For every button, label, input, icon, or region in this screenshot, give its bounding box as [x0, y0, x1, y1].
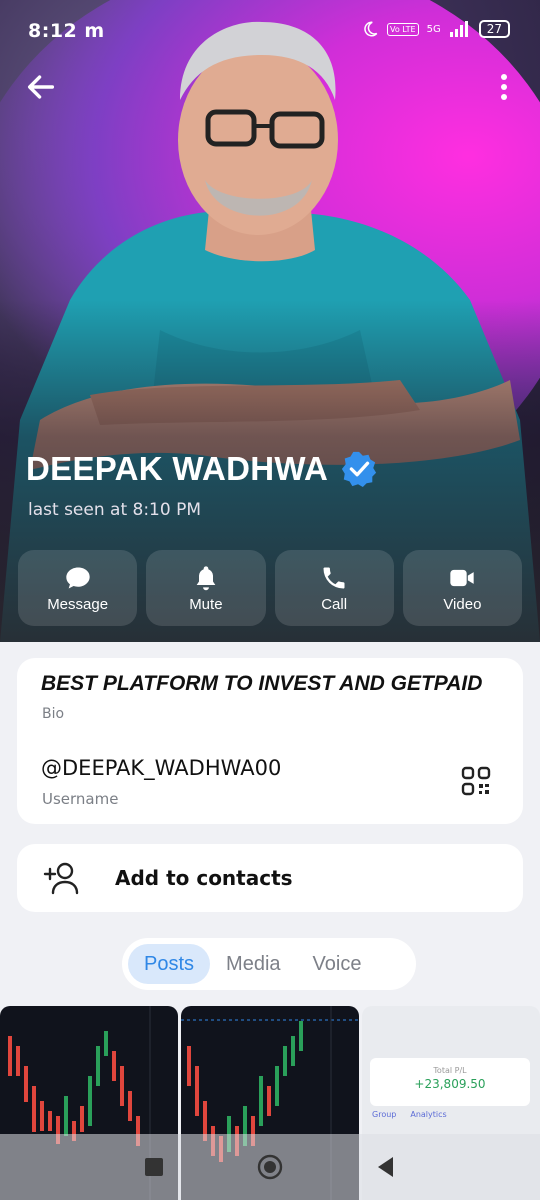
profile-info-card: BEST PLATFORM TO INVEST AND GETPAID Bio …	[17, 658, 523, 824]
tab-media[interactable]: Media	[210, 944, 296, 984]
phone-icon	[323, 567, 345, 588]
username-label: Username	[42, 790, 119, 808]
last-seen-status: last seen at 8:10 PM	[28, 500, 202, 520]
status-indicators: Vo LTE 5G 27	[361, 20, 510, 38]
profile-name: DEEPAK WADHWA	[26, 450, 329, 487]
battery-indicator: 27	[478, 20, 510, 38]
system-navigation-bar	[0, 1134, 540, 1200]
home-icon[interactable]	[257, 1154, 283, 1180]
volte-badge: Vo LTE	[387, 22, 419, 36]
signal-icon	[449, 21, 468, 37]
moon-icon	[364, 21, 378, 37]
tab-posts[interactable]: Posts	[128, 944, 211, 984]
chat-bubble-icon	[65, 567, 90, 588]
bio-text: BEST PLATFORM TO INVEST AND GETPAID	[41, 672, 483, 695]
tab-voice[interactable]: Voice	[297, 944, 378, 984]
profile-name-row: DEEPAK WADHWA	[26, 450, 378, 488]
call-label: Call	[321, 595, 348, 613]
pnl-tab-analytics: Analytics	[410, 1110, 447, 1119]
pnl-summary-card: Total P/L +23,809.50	[370, 1058, 530, 1106]
video-camera-icon	[450, 569, 475, 586]
more-vertical-icon[interactable]	[494, 72, 514, 102]
back-triangle-icon[interactable]	[373, 1154, 399, 1180]
video-button[interactable]: Video	[402, 550, 522, 626]
status-bar: 8:12 m Vo LTE 5G 27	[0, 0, 540, 64]
bio-label: Bio	[42, 706, 65, 722]
verified-badge-icon[interactable]	[340, 450, 378, 488]
profile-actions: Message Mute Call Video	[18, 550, 522, 626]
bell-icon	[196, 565, 216, 590]
pnl-value: +23,809.50	[414, 1077, 486, 1091]
message-button[interactable]: Message	[18, 550, 138, 626]
pnl-tabs: Group Analytics	[372, 1110, 447, 1119]
add-to-contacts-button[interactable]: Add to contacts	[17, 844, 523, 912]
username-value[interactable]: @DEEPAK_WADHWA00	[41, 756, 281, 780]
mute-label: Mute	[189, 595, 223, 613]
video-label: Video	[443, 595, 482, 613]
message-label: Message	[47, 595, 109, 613]
back-arrow-icon[interactable]	[24, 70, 58, 104]
mute-button[interactable]: Mute	[146, 550, 266, 626]
add-person-icon	[43, 862, 79, 895]
call-button[interactable]: Call	[274, 550, 394, 626]
network-type: 5G	[426, 23, 441, 35]
recent-apps-icon[interactable]	[141, 1154, 167, 1180]
pnl-tab-group: Group	[372, 1110, 397, 1119]
add-to-contacts-label: Add to contacts	[115, 866, 293, 890]
status-time: 8:12 m	[28, 20, 105, 42]
media-tabs: Posts Media Voice	[122, 938, 416, 990]
profile-hero: 8:12 m Vo LTE 5G 27 DEEPAK WADHWA last s…	[0, 0, 540, 642]
qr-code-icon[interactable]	[461, 766, 491, 796]
pnl-label: Total P/L	[433, 1066, 467, 1075]
